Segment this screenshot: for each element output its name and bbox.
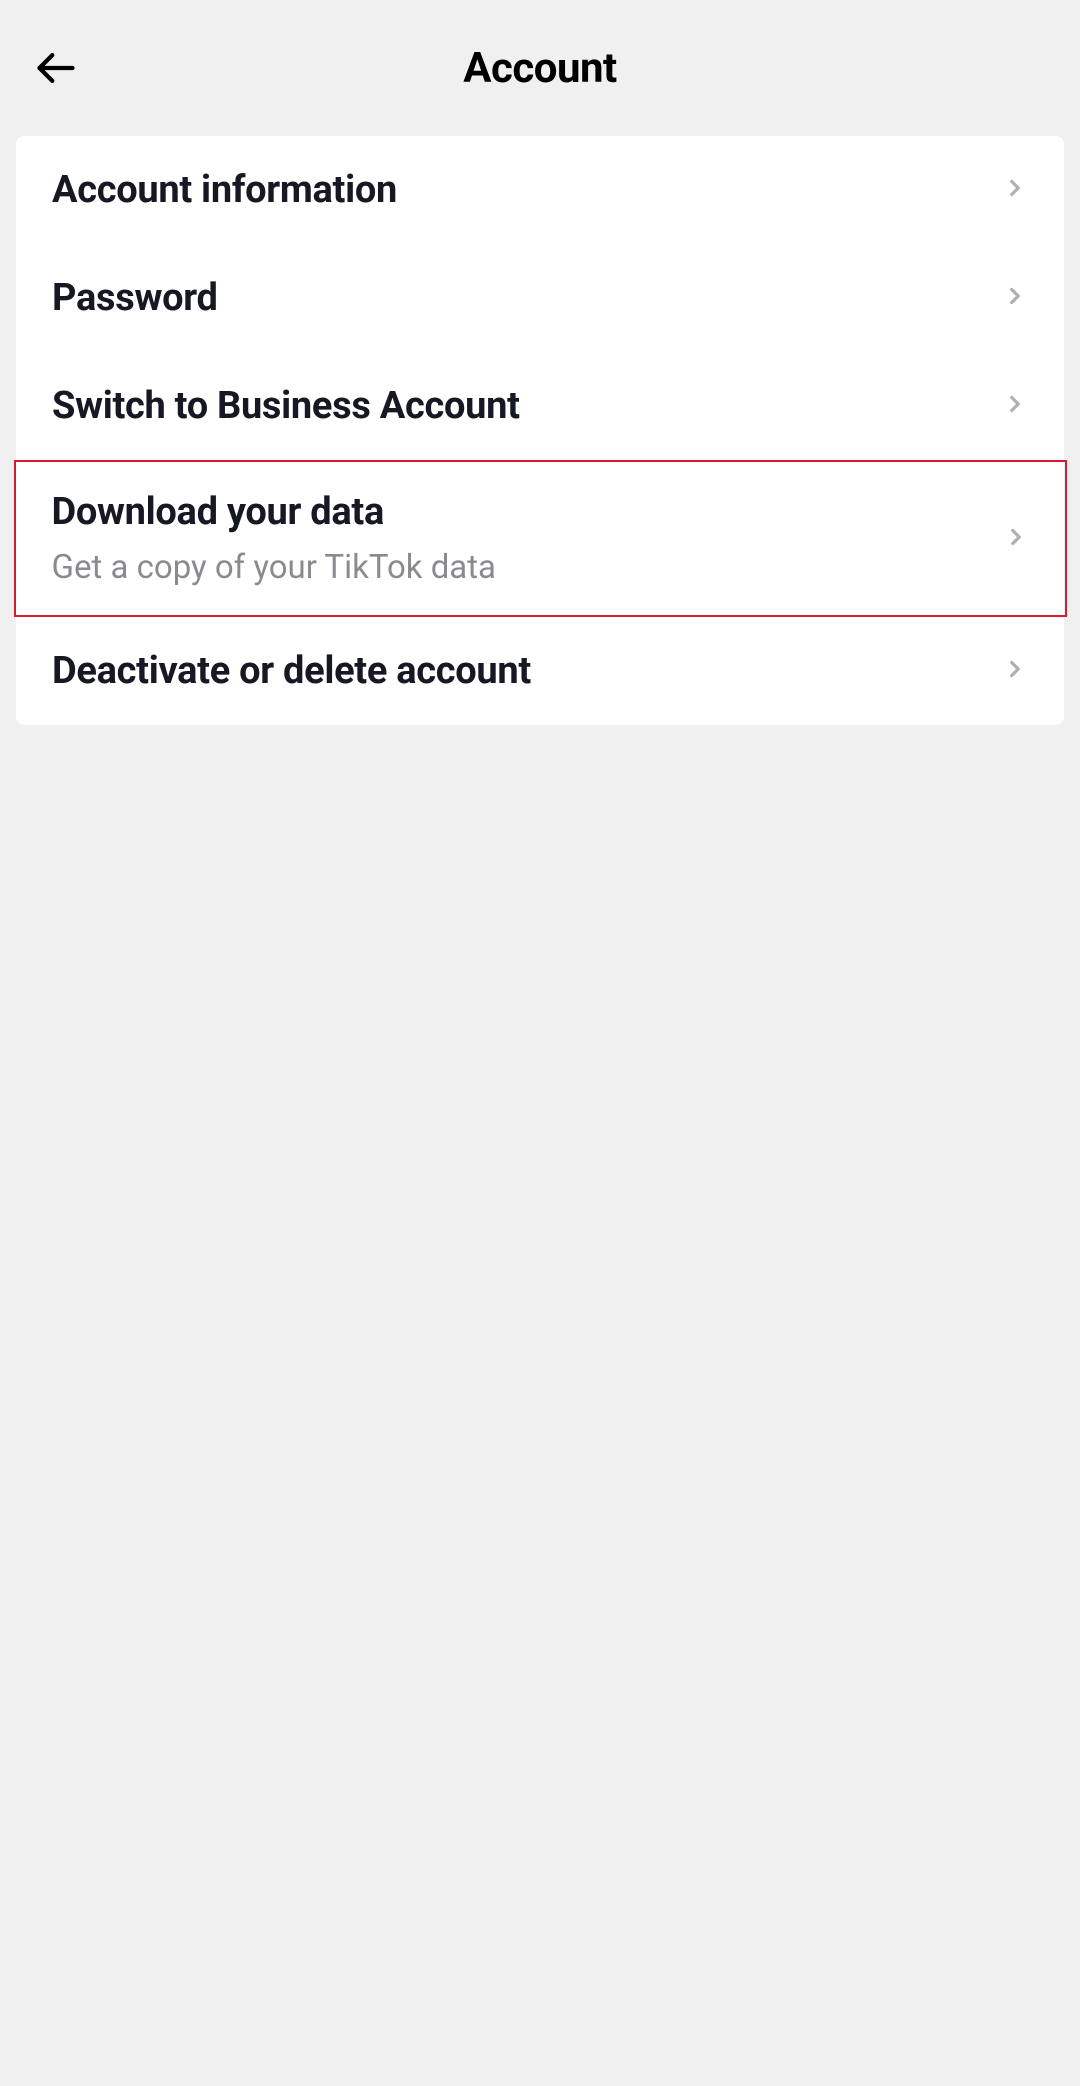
switch-business-row[interactable]: Switch to Business Account: [16, 352, 1064, 460]
chevron-right-icon: [1003, 524, 1029, 554]
chevron-right-icon: [1002, 656, 1028, 686]
chevron-right-icon: [1002, 175, 1028, 205]
row-label: Deactivate or delete account: [52, 649, 531, 693]
row-text: Password: [52, 276, 218, 320]
row-text: Deactivate or delete account: [52, 649, 531, 693]
row-text: Download your data Get a copy of your Ti…: [52, 490, 497, 587]
chevron-right-icon: [1002, 283, 1028, 313]
row-text: Account information: [52, 168, 397, 212]
row-text: Switch to Business Account: [52, 384, 520, 428]
deactivate-delete-row[interactable]: Deactivate or delete account: [16, 617, 1064, 725]
back-button[interactable]: [32, 44, 80, 92]
row-label: Download your data: [52, 490, 497, 534]
header: Account: [0, 0, 1080, 136]
row-label: Password: [52, 276, 218, 320]
account-information-row[interactable]: Account information: [16, 136, 1064, 244]
page-title: Account: [0, 44, 1080, 93]
chevron-right-icon: [1002, 391, 1028, 421]
password-row[interactable]: Password: [16, 244, 1064, 352]
row-label: Account information: [52, 168, 397, 212]
row-sublabel: Get a copy of your TikTok data: [52, 548, 497, 587]
back-arrow-icon: [34, 46, 78, 90]
settings-card: Account information Password Switch to B…: [16, 136, 1064, 725]
row-label: Switch to Business Account: [52, 384, 520, 428]
download-your-data-row[interactable]: Download your data Get a copy of your Ti…: [14, 460, 1067, 617]
